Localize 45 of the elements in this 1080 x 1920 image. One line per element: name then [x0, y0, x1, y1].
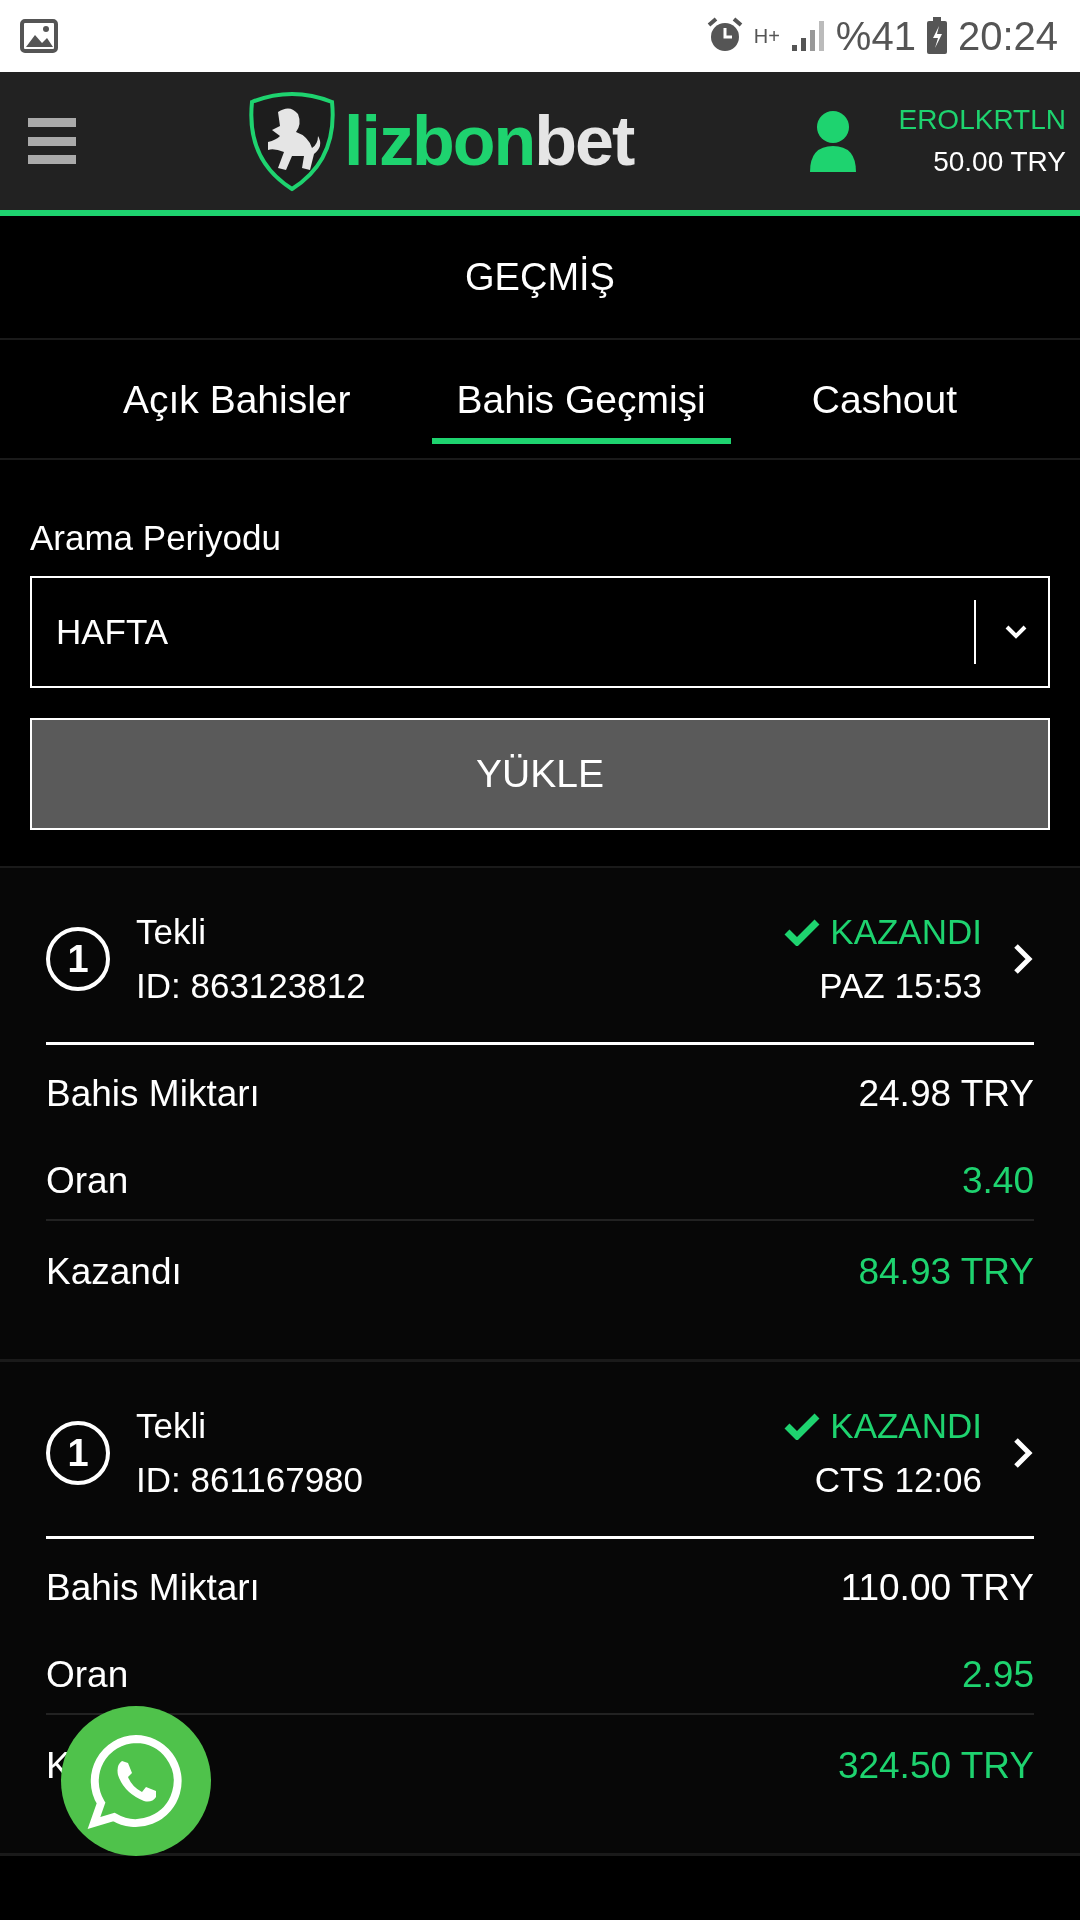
row-label: Oran: [46, 1654, 129, 1696]
bet-type: Tekli: [136, 1406, 207, 1446]
bet-status: KAZANDI: [784, 1406, 982, 1446]
battery-percent: %41: [835, 16, 916, 56]
page-title: GEÇMİŞ: [465, 255, 615, 299]
period-select[interactable]: HAFTA: [30, 576, 1050, 688]
selection-count: 1: [46, 1421, 110, 1485]
row-value: 2.95: [962, 1654, 1034, 1696]
bet-status: KAZANDI: [784, 912, 982, 952]
balance: 50.00 TRY: [933, 146, 1066, 178]
lion-shield-logo-icon: [246, 90, 338, 192]
row-label: Bahis Miktarı: [46, 1073, 260, 1115]
image-icon: [20, 19, 58, 53]
row-value: 24.98 TRY: [858, 1073, 1034, 1115]
chevron-right-icon[interactable]: [1012, 942, 1034, 976]
row-value: 84.93 TRY: [858, 1251, 1034, 1293]
tab[interactable]: Açık Bahisler: [97, 340, 376, 444]
tab[interactable]: Bahis Geçmişi: [431, 340, 731, 444]
field-label: Arama Periyodu: [30, 518, 282, 558]
brand-logo: lizbonbet: [344, 106, 634, 176]
clock: 20:24: [957, 16, 1058, 56]
battery-charging-icon: [925, 17, 948, 55]
network-type: H+: [753, 26, 780, 46]
bet-date: CTS 12:06: [814, 1460, 982, 1500]
row-value: 110.00 TRY: [840, 1567, 1034, 1609]
chevron-right-icon[interactable]: [1012, 1436, 1034, 1470]
bet-id: ID: 863123812: [136, 966, 366, 1006]
check-icon: [784, 918, 821, 946]
row-value: 3.40: [962, 1160, 1034, 1202]
row-label: Kazandı: [46, 1251, 182, 1293]
user-icon[interactable]: [808, 110, 859, 172]
bet-id: ID: 861167980: [136, 1460, 364, 1500]
row-value: 324.50 TRY: [837, 1745, 1034, 1787]
row-label: Oran: [46, 1160, 129, 1202]
load-button[interactable]: YÜKLE: [30, 718, 1050, 830]
tab[interactable]: Cashout: [786, 340, 983, 444]
row-label: Bahis Miktarı: [46, 1567, 260, 1609]
username: EROLKRTLN: [898, 104, 1066, 136]
check-icon: [784, 1412, 821, 1440]
bet-date: PAZ 15:53: [819, 966, 982, 1006]
menu-button[interactable]: [28, 116, 78, 166]
bet-type: Tekli: [136, 912, 207, 952]
selection-count: 1: [46, 927, 110, 991]
signal-icon: [789, 19, 826, 53]
chevron-down-icon: [1004, 624, 1028, 640]
